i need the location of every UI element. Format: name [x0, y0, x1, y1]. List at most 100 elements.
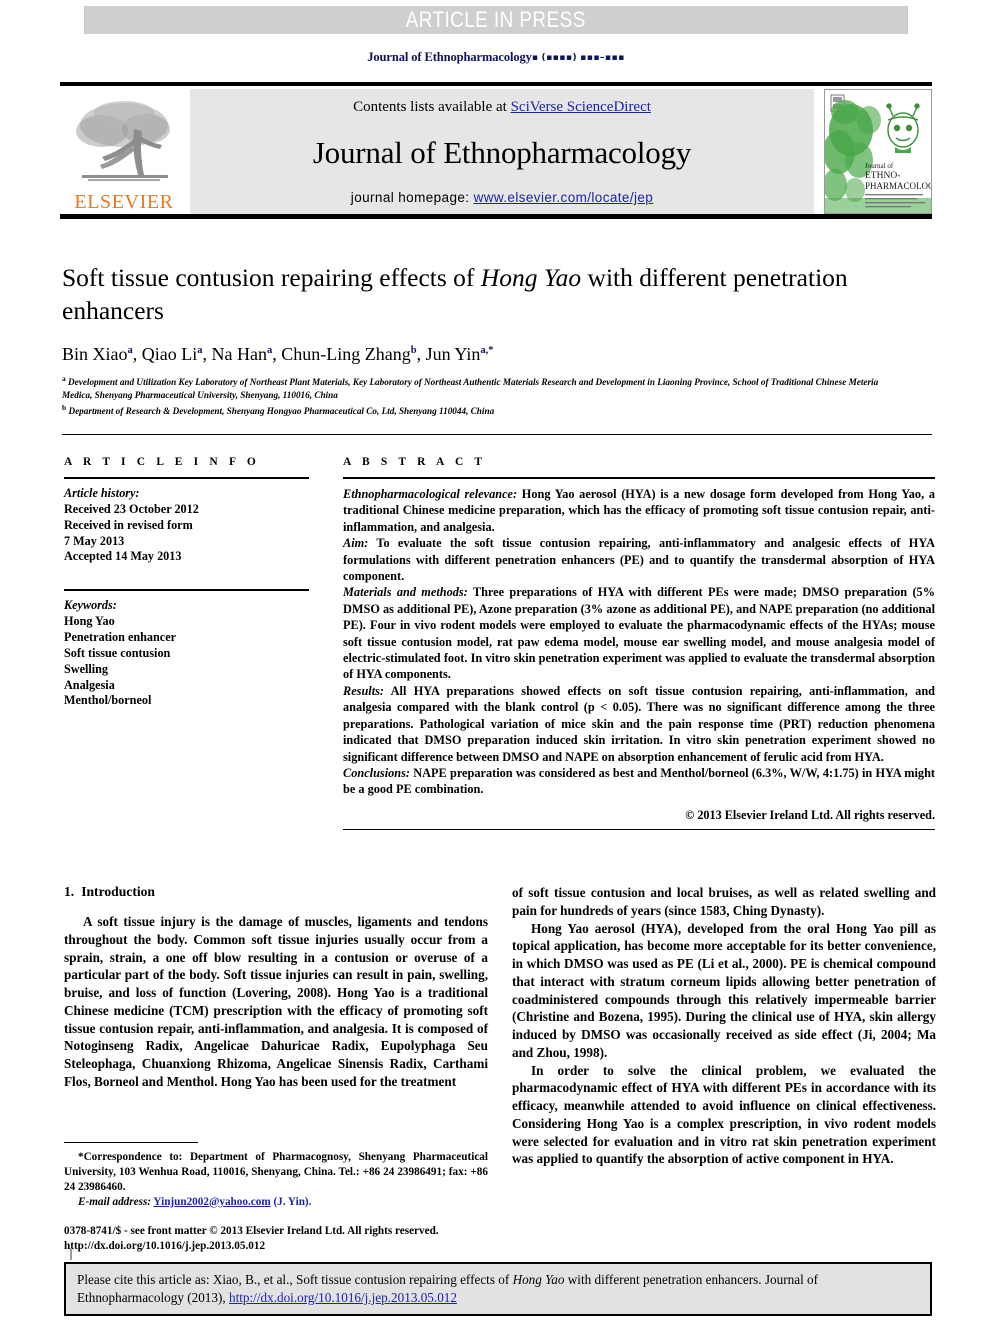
masthead: ELSEVIER Contents lists available at Sci… [60, 82, 932, 219]
crop-mark [70, 1248, 72, 1260]
sciencedirect-link[interactable]: SciVerse ScienceDirect [511, 99, 651, 115]
title-part-1: Soft tissue contusion repairing effects … [62, 263, 481, 292]
article-in-press-label: ARTICLE IN PRESS [405, 7, 587, 32]
abstract-column: A B S T R A C T Ethnopharmacological rel… [343, 456, 935, 830]
author-name: Na Han [211, 344, 267, 364]
homepage-prefix: journal homepage: [350, 190, 474, 205]
abstract-section-text: NAPE preparation was considered as best … [343, 765, 935, 797]
email-link[interactable]: Yinjun2002@yahoo.com [153, 1196, 270, 1208]
section-number: 1. [64, 884, 75, 899]
keyword-item: Penetration enhancer [64, 630, 177, 645]
author-affil-marker: a [266, 345, 273, 356]
doi-line: http://dx.doi.org/10.1016/j.jep.2013.05.… [64, 1240, 266, 1253]
issn-copyright-line: 0378-8741/$ - see front matter © 2013 El… [64, 1225, 439, 1237]
masthead-top-rule [60, 82, 932, 86]
abstract-rule [343, 477, 935, 479]
abstract-section-label: Conclusions: [343, 765, 410, 780]
affiliation-text: Development and Utilization Key Laborato… [62, 377, 879, 401]
cite-doi-link[interactable]: http://dx.doi.org/10.1016/j.jep.2013.05.… [229, 1290, 457, 1305]
abstract-section-label: Results: [343, 683, 384, 698]
running-head-pages: ▪▪▪–▪▪▪ [580, 53, 625, 63]
author-list: Bin Xiaoa, Qiao Lia, Na Hana, Chun-Ling … [62, 344, 494, 364]
page-title: Soft tissue contusion repairing effects … [62, 262, 862, 327]
abstract-heading: A B S T R A C T [343, 456, 487, 468]
cite-italic-term: Hong Yao [512, 1272, 565, 1287]
keyword-item: Soft tissue contusion [64, 645, 171, 660]
article-info-rule [64, 477, 309, 479]
affiliations: a Development and Utilization Key Labora… [62, 374, 892, 418]
svg-text:Journal of: Journal of [865, 162, 894, 170]
imprint: 0378-8741/$ - see front matter © 2013 El… [64, 1224, 524, 1255]
journal-title: Journal of Ethnopharmacology [312, 135, 692, 170]
elsevier-wordmark: ELSEVIER [74, 191, 174, 213]
abstract-section-text: Three preparations of HYA with different… [343, 585, 935, 682]
info-abstract-divider [62, 434, 932, 435]
author-affil-marker: a [127, 345, 133, 356]
body-column-right: of soft tissue contusion and local bruis… [512, 884, 936, 1168]
masthead-bottom-rule [60, 214, 932, 219]
keywords-rule [64, 589, 309, 592]
journal-cover-thumbnail: Journal of ETHNO- PHARMACOLOGY [824, 89, 932, 214]
correspondence-text: Correspondence to: Department of Pharmac… [64, 1151, 488, 1193]
keywords-label: Keywords: [64, 598, 117, 613]
keyword-item: Swelling [64, 661, 109, 676]
email-note: E-mail address: Yinjun2002@yahoo.com (J.… [64, 1195, 488, 1210]
abstract-section-label: Materials and methods: [343, 585, 468, 600]
intro-paragraph: of soft tissue contusion and local bruis… [512, 885, 936, 918]
article-history-label: Article history: [64, 486, 140, 500]
abstract-section-aim: Aim: To evaluate the soft tissue contusi… [343, 535, 935, 584]
journal-homepage-link[interactable]: www.elsevier.com/locate/jep [474, 190, 654, 205]
correspondence-note: *Correspondence to: Department of Pharma… [64, 1150, 488, 1195]
section-heading-introduction: 1. Introduction [64, 884, 488, 900]
article-in-press-banner: ARTICLE IN PRESS [84, 6, 908, 34]
intro-paragraph: Hong Yao aerosol (HYA), developed from t… [512, 920, 936, 1060]
abstract-body: Ethnopharmacological relevance: Hong Yao… [343, 486, 935, 798]
history-line: Accepted 14 May 2013 [64, 549, 182, 564]
abstract-section-text: To evaluate the soft tissue contusion re… [343, 536, 935, 584]
affiliation-text: Department of Research & Development, Sh… [68, 405, 495, 416]
cite-prefix: Please cite this article as: Xiao, B., e… [77, 1272, 513, 1287]
author-name: Chun-Ling Zhang [281, 344, 411, 364]
footnote-rule [64, 1142, 198, 1143]
abstract-copyright: © 2013 Elsevier Ireland Ltd. All rights … [685, 807, 935, 822]
journal-cover-art: Journal of ETHNO- PHARMACOLOGY [825, 90, 931, 213]
article-info-column: A R T I C L E I N F O Article history: R… [64, 456, 309, 709]
email-author: (J. Yin). [273, 1195, 312, 1208]
contents-prefix: Contents lists available at [353, 99, 511, 115]
contents-available-line: Contents lists available at SciVerse Sci… [353, 99, 651, 116]
abstract-section-conclusions: Conclusions: NAPE preparation was consid… [343, 765, 935, 798]
intro-paragraph: In order to solve the clinical problem, … [512, 1062, 936, 1167]
affiliation-a: a Development and Utilization Key Labora… [62, 374, 892, 403]
abstract-section-results: Results: All HYA preparations showed eff… [343, 683, 935, 765]
affiliation-marker: b [62, 402, 67, 412]
abstract-section-materials: Materials and methods: Three preparation… [343, 584, 935, 682]
intro-paragraph: A soft tissue injury is the damage of mu… [64, 914, 488, 1089]
article-info-heading: A R T I C L E I N F O [64, 456, 260, 468]
abstract-section-relevance: Ethnopharmacological relevance: Hong Yao… [343, 486, 935, 535]
author-name: Jun Yin [425, 344, 481, 364]
running-head-journal: Journal of Ethnopharmacology [367, 50, 532, 64]
svg-text:PHARMACOLOGY: PHARMACOLOGY [865, 181, 931, 191]
elsevier-logo: ELSEVIER [60, 89, 188, 214]
keyword-item: Hong Yao [64, 614, 115, 629]
abstract-end-rule [343, 828, 935, 830]
journal-masthead-box: Contents lists available at SciVerse Sci… [190, 89, 814, 214]
footnotes: *Correspondence to: Department of Pharma… [64, 1150, 488, 1210]
article-history-block: Article history: Received 23 October 201… [64, 486, 309, 565]
section-title: Introduction [81, 884, 155, 899]
svg-text:ETHNO-: ETHNO- [865, 171, 900, 181]
abstract-section-label: Ethnopharmacological relevance: [343, 487, 518, 501]
author-name: Bin Xiao [62, 344, 128, 364]
body-column-left: 1. Introduction A soft tissue injury is t… [64, 884, 488, 1091]
author-affil-marker: a [197, 345, 203, 356]
keyword-item: Menthol/borneol [64, 693, 152, 708]
abstract-section-label: Aim: [343, 536, 369, 551]
email-label: E-mail address: [78, 1195, 152, 1208]
affiliation-marker: a [62, 374, 66, 383]
keyword-item: Analgesia [64, 677, 115, 692]
elsevier-tree-icon [76, 101, 170, 181]
running-head-volume: ▪ [531, 53, 539, 63]
cite-this-article-box: Please cite this article as: Xiao, B., e… [64, 1262, 932, 1317]
author-name: Qiao Li [141, 344, 198, 364]
history-line: Received in revised form [64, 517, 193, 532]
